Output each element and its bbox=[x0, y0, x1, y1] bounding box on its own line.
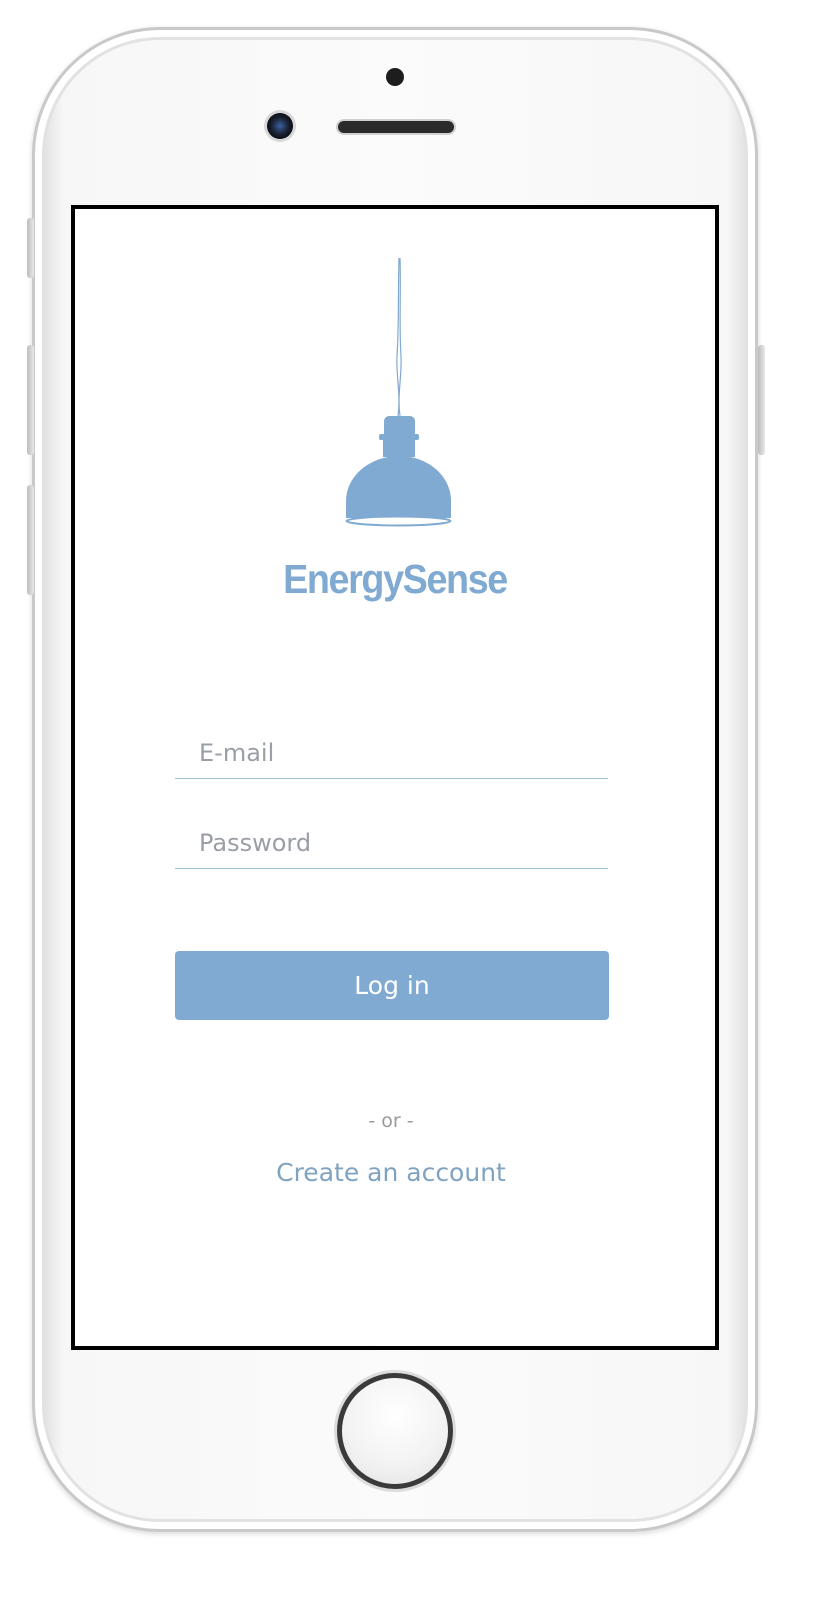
login-button[interactable]: Log in bbox=[175, 951, 609, 1020]
email-field[interactable] bbox=[175, 731, 608, 779]
volume-down-button bbox=[27, 485, 34, 595]
volume-up-button bbox=[27, 345, 34, 455]
create-account-link[interactable]: Create an account bbox=[241, 1158, 541, 1187]
brand-title: EnergySense bbox=[283, 556, 508, 602]
front-camera-icon bbox=[267, 113, 293, 139]
power-button bbox=[758, 345, 765, 455]
email-input[interactable] bbox=[199, 735, 599, 771]
password-input[interactable] bbox=[199, 825, 599, 861]
password-field[interactable] bbox=[175, 821, 608, 869]
or-separator: - or - bbox=[368, 1110, 414, 1132]
earpiece-speaker bbox=[338, 121, 454, 133]
proximity-sensor bbox=[386, 68, 404, 86]
home-button[interactable] bbox=[337, 1373, 453, 1489]
pendant-lamp-icon bbox=[345, 257, 452, 527]
mute-switch bbox=[27, 218, 34, 278]
